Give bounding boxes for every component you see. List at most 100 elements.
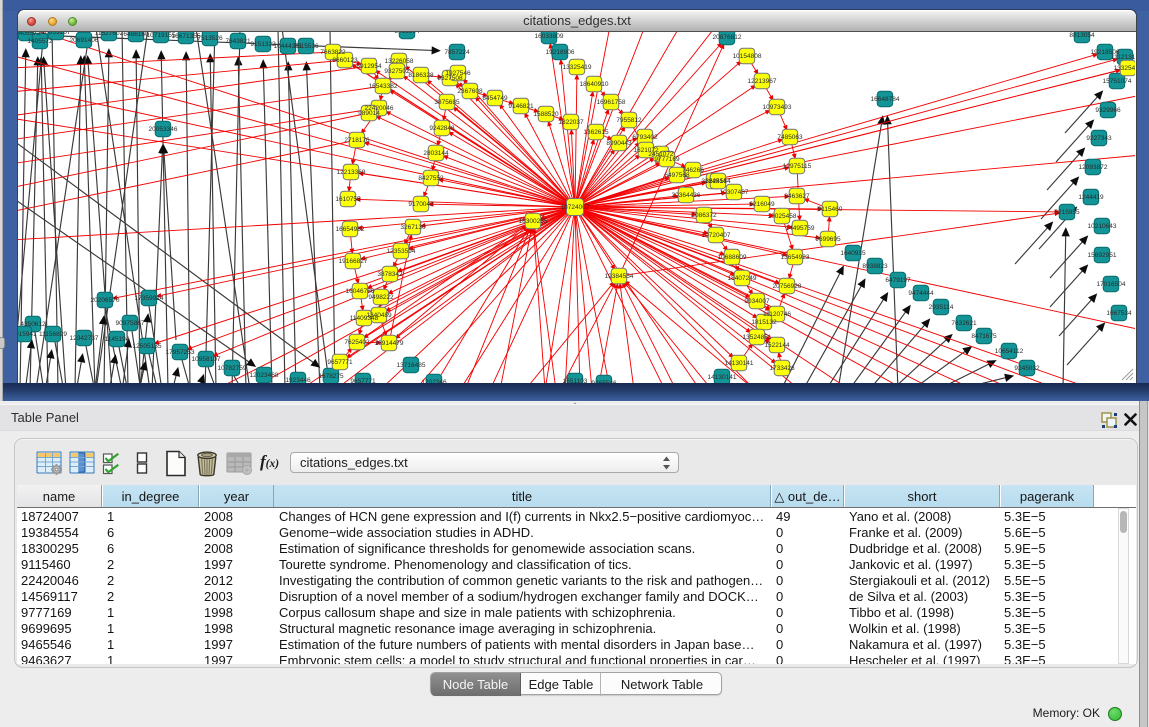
svg-text:1145194: 1145194 xyxy=(105,336,130,343)
svg-text:10210643: 10210643 xyxy=(1088,223,1117,230)
svg-text:14130141: 14130141 xyxy=(725,360,754,367)
svg-text:8938823: 8938823 xyxy=(862,263,888,270)
svg-text:1244419: 1244419 xyxy=(1078,194,1104,201)
svg-text:15751074: 15751074 xyxy=(1103,78,1132,85)
svg-text:19166827: 19166827 xyxy=(339,258,368,265)
svg-text:13325419: 13325419 xyxy=(563,64,592,71)
svg-text:20053346: 20053346 xyxy=(149,126,178,133)
svg-text:3624554: 3624554 xyxy=(705,178,731,185)
svg-text:8415304: 8415304 xyxy=(394,32,420,35)
svg-text:1405572: 1405572 xyxy=(27,38,53,45)
svg-text:3267130: 3267130 xyxy=(400,224,426,231)
svg-text:12213967: 12213967 xyxy=(748,78,777,85)
svg-text:11121314: 11121314 xyxy=(1111,54,1135,61)
svg-text:6497568: 6497568 xyxy=(664,172,690,179)
svg-text:1822037: 1822037 xyxy=(558,119,584,126)
svg-text:8660123: 8660123 xyxy=(332,57,358,64)
svg-text:6216049: 6216049 xyxy=(749,201,775,208)
svg-text:4350612: 4350612 xyxy=(20,321,46,328)
svg-text:9245032: 9245032 xyxy=(1014,365,1040,372)
svg-text:14495759: 14495759 xyxy=(786,225,815,232)
svg-text:17016504: 17016504 xyxy=(1097,281,1126,288)
svg-text:9699695: 9699695 xyxy=(815,236,841,243)
svg-text:9777169: 9777169 xyxy=(654,156,680,163)
svg-text:13654923: 13654923 xyxy=(781,254,810,261)
svg-text:7955812: 7955812 xyxy=(616,117,642,124)
svg-text:1927546: 1927546 xyxy=(445,70,471,77)
svg-text:15692951: 15692951 xyxy=(1088,252,1117,259)
svg-text:10025458: 10025458 xyxy=(768,213,797,220)
svg-text:10973493: 10973493 xyxy=(763,104,792,111)
svg-text:13325419: 13325419 xyxy=(1114,65,1135,72)
svg-text:9657771: 9657771 xyxy=(350,378,376,383)
svg-text:17957253: 17957253 xyxy=(166,349,195,356)
svg-text:10782759: 10782759 xyxy=(218,365,247,372)
svg-text:10307487: 10307487 xyxy=(720,189,749,196)
svg-text:10720407: 10720407 xyxy=(702,232,731,239)
svg-text:2367608: 2367608 xyxy=(457,88,483,95)
svg-text:13226058: 13226058 xyxy=(385,58,414,65)
svg-text:2935114: 2935114 xyxy=(929,304,954,311)
svg-text:8215955: 8215955 xyxy=(1054,209,1080,216)
svg-text:7643821: 7643821 xyxy=(225,38,251,45)
svg-text:90975867: 90975867 xyxy=(116,320,145,327)
svg-text:18640910: 18640910 xyxy=(580,81,609,88)
svg-text:1678275: 1678275 xyxy=(318,373,344,380)
svg-text:9657771: 9657771 xyxy=(327,359,353,366)
svg-text:12213369: 12213369 xyxy=(337,169,366,176)
svg-text:9327502: 9327502 xyxy=(384,68,410,75)
svg-text:9463627: 9463627 xyxy=(784,193,810,200)
svg-text:9474444: 9474444 xyxy=(908,290,934,297)
svg-text:12093872: 12093872 xyxy=(1079,164,1108,171)
svg-text:7632621: 7632621 xyxy=(951,320,977,327)
svg-text:1923446: 1923446 xyxy=(285,377,311,383)
svg-text:1640935: 1640935 xyxy=(840,250,866,257)
svg-text:16961758: 16961758 xyxy=(597,99,626,106)
svg-text:18300295: 18300295 xyxy=(519,218,548,225)
svg-text:9151322: 9151322 xyxy=(250,41,276,48)
svg-text:3875685: 3875685 xyxy=(434,99,460,106)
svg-text:20364436: 20364436 xyxy=(672,192,701,199)
svg-text:8454749: 8454749 xyxy=(482,95,508,102)
svg-text:8427552: 8427552 xyxy=(418,175,444,182)
svg-text:1202346: 1202346 xyxy=(421,379,447,383)
svg-text:7663822: 7663822 xyxy=(320,49,346,56)
svg-text:1651103: 1651103 xyxy=(563,378,588,383)
svg-text:16914479: 16914479 xyxy=(375,340,404,347)
svg-text:8471675: 8471675 xyxy=(971,333,997,340)
svg-text:1733426: 1733426 xyxy=(769,365,795,372)
svg-text:2086372: 2086372 xyxy=(691,212,717,219)
svg-text:1588520: 1588520 xyxy=(533,111,559,118)
svg-text:1610755: 1610755 xyxy=(335,196,361,203)
svg-text:16654982: 16654982 xyxy=(336,226,365,233)
svg-text:9227343: 9227343 xyxy=(1086,135,1112,142)
svg-text:2803144: 2803144 xyxy=(423,150,449,157)
svg-text:8912954: 8912954 xyxy=(356,63,382,70)
svg-text:3915941: 3915941 xyxy=(18,331,37,338)
svg-text:1340489: 1340489 xyxy=(366,312,392,319)
svg-text:10653267: 10653267 xyxy=(42,32,71,36)
svg-text:14130141: 14130141 xyxy=(708,374,737,381)
svg-text:18724007: 18724007 xyxy=(561,204,590,211)
svg-text:9034007: 9034007 xyxy=(744,298,770,305)
svg-text:3878342: 3878342 xyxy=(377,271,403,278)
svg-text:13716485: 13716485 xyxy=(397,362,426,369)
svg-text:7857224: 7857224 xyxy=(444,49,470,56)
svg-text:20876812: 20876812 xyxy=(713,34,742,41)
svg-text:12505135: 12505135 xyxy=(133,343,162,350)
svg-text:10688609: 10688609 xyxy=(718,254,747,261)
svg-text:11527602: 11527602 xyxy=(95,32,124,37)
svg-text:12353594: 12353594 xyxy=(387,248,416,255)
svg-text:6793402: 6793402 xyxy=(632,134,658,141)
svg-text:7625402: 7625402 xyxy=(344,339,370,346)
svg-text:8186328: 8186328 xyxy=(408,72,434,79)
svg-text:10654112: 10654112 xyxy=(995,348,1024,355)
svg-text:7513526: 7513526 xyxy=(197,35,223,42)
svg-text:16543382: 16543382 xyxy=(369,83,398,90)
svg-text:19218906: 19218906 xyxy=(546,49,575,56)
svg-text:20691406: 20691406 xyxy=(70,37,99,44)
svg-text:7485063: 7485063 xyxy=(777,134,803,141)
svg-text:17359924: 17359924 xyxy=(135,295,164,302)
svg-text:20756928: 20756928 xyxy=(773,283,802,290)
svg-text:1362615: 1362615 xyxy=(583,129,609,136)
